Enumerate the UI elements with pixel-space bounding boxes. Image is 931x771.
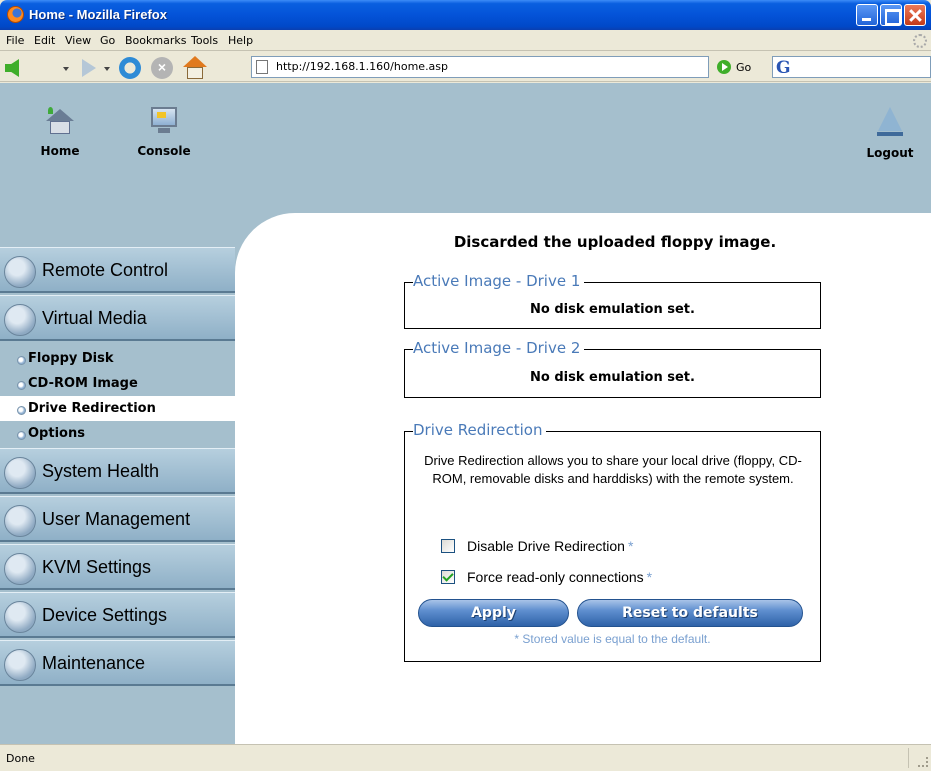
sidebar-item-label: KVM Settings — [42, 557, 152, 577]
drive2-legend: Active Image - Drive 2 — [403, 339, 585, 357]
logout-icon — [877, 107, 903, 137]
back-history-chevron-icon[interactable] — [63, 67, 69, 71]
sidebar-subitem-label: Options — [28, 426, 85, 441]
sidebar-subitem-options[interactable]: Options — [0, 421, 235, 446]
apply-button[interactable]: Apply — [418, 599, 569, 627]
sidebar-subitem-floppy-disk[interactable]: Floppy Disk — [0, 346, 235, 371]
menu-tools[interactable]: Tools — [191, 34, 218, 47]
home-icon[interactable] — [183, 56, 207, 80]
menu-help[interactable]: Help — [228, 34, 253, 47]
drive-redirection-panel: Drive Redirection Drive Redirection allo… — [403, 421, 821, 662]
menu-file[interactable]: File — [6, 34, 24, 47]
sidebar-item-system-health[interactable]: System Health — [0, 448, 235, 494]
menu-go[interactable]: Go — [100, 34, 115, 47]
disable-redirection-label[interactable]: Disable Drive Redirection * — [467, 538, 633, 554]
nav-logout-label[interactable]: Logout — [858, 146, 922, 160]
sidebar-item-label: Device Settings — [42, 605, 168, 625]
maximize-button[interactable] — [880, 4, 902, 26]
menu-bookmarks[interactable]: Bookmarks — [125, 34, 186, 47]
url-text[interactable]: http://192.168.1.160/home.asp — [276, 60, 448, 73]
nav-console[interactable]: Console — [132, 107, 196, 158]
search-input[interactable]: G — [772, 56, 931, 78]
sidebar-item-label: User Management — [42, 509, 191, 529]
maintenance-icon — [4, 649, 36, 681]
drive1-status: No disk emulation set. — [530, 302, 695, 317]
force-readonly-checkbox[interactable] — [441, 570, 455, 584]
window-titlebar: Home - Mozilla Firefox — [0, 0, 931, 30]
sidebar-subitem-drive-redirection[interactable]: Drive Redirection — [0, 396, 235, 421]
drive-redirection-description: Drive Redirection allows you to share yo… — [424, 453, 802, 486]
bullet-icon — [17, 431, 26, 440]
remote-control-icon — [4, 256, 36, 288]
reload-icon[interactable] — [119, 57, 141, 79]
menu-bar: File Edit View Go Bookmarks Tools Help — [0, 30, 931, 51]
sidebar-subitem-cd-rom-image[interactable]: CD-ROM Image — [0, 371, 235, 396]
status-bar: Done — [0, 744, 931, 771]
sidebar-item-remote-control[interactable]: Remote Control — [0, 247, 235, 293]
bullet-icon — [17, 356, 26, 365]
nav-logout[interactable]: Logout — [858, 107, 922, 160]
nav-home[interactable]: Home — [30, 107, 90, 158]
sidebar-item-user-management[interactable]: User Management — [0, 496, 235, 542]
console-icon — [149, 107, 179, 135]
sidebar-item-kvm-settings[interactable]: KVM Settings — [0, 544, 235, 590]
drive1-panel: Active Image - Drive 1 No disk emulation… — [403, 272, 821, 329]
resize-grip-icon[interactable] — [918, 757, 928, 767]
nav-console-label[interactable]: Console — [132, 144, 196, 158]
sidebar-item-label: Remote Control — [42, 260, 169, 280]
bullet-icon — [17, 406, 26, 415]
search-engine-icon[interactable]: G — [776, 58, 791, 78]
go-icon[interactable] — [717, 60, 731, 74]
device-settings-icon — [4, 601, 36, 633]
window-title: Home - Mozilla Firefox — [29, 7, 167, 22]
drive1-legend: Active Image - Drive 1 — [403, 272, 585, 290]
sidebar-item-label: Maintenance — [42, 653, 146, 673]
status-divider — [908, 748, 909, 768]
page-content: Home Console Logout Remote Control Virtu… — [0, 83, 931, 744]
sidebar-subitem-label: Drive Redirection — [28, 401, 156, 416]
nav-home-label[interactable]: Home — [30, 144, 90, 158]
status-message: Discarded the uploaded floppy image. — [453, 233, 777, 251]
home-icon — [45, 107, 75, 135]
status-text: Done — [6, 752, 35, 765]
activity-throbber-icon — [913, 34, 927, 48]
drive2-panel: Active Image - Drive 2 No disk emulation… — [403, 339, 821, 398]
sidebar-item-maintenance[interactable]: Maintenance — [0, 640, 235, 686]
forward-icon[interactable] — [82, 59, 96, 77]
bullet-icon — [17, 381, 26, 390]
page-scroll-area — [919, 83, 931, 744]
sidebar-item-label: Virtual Media — [42, 308, 147, 328]
corner-curve — [235, 213, 355, 333]
drive-redirection-legend: Drive Redirection — [403, 421, 547, 439]
kvm-settings-icon — [4, 553, 36, 585]
forward-history-chevron-icon[interactable] — [104, 67, 110, 71]
url-bar[interactable]: http://192.168.1.160/home.asp — [251, 56, 709, 78]
navigation-toolbar: × http://192.168.1.160/home.asp Go G — [0, 52, 931, 82]
sidebar-subitem-label: Floppy Disk — [28, 351, 114, 366]
drive2-status: No disk emulation set. — [530, 370, 695, 385]
menu-edit[interactable]: Edit — [34, 34, 55, 47]
sidebar-item-label: System Health — [42, 461, 160, 481]
close-button[interactable] — [904, 4, 926, 26]
menu-view[interactable]: View — [65, 34, 91, 47]
firefox-icon — [7, 6, 24, 23]
force-readonly-label[interactable]: Force read-only connections * — [467, 569, 652, 585]
sidebar-subitem-label: CD-ROM Image — [28, 376, 138, 391]
back-icon[interactable] — [5, 59, 19, 77]
virtual-media-icon — [4, 304, 36, 336]
disable-redirection-checkbox[interactable] — [441, 539, 455, 553]
stored-value-note: * Stored value is equal to the default. — [514, 632, 711, 646]
sidebar-item-device-settings[interactable]: Device Settings — [0, 592, 235, 638]
sidebar-item-virtual-media[interactable]: Virtual Media — [0, 295, 235, 341]
reset-to-defaults-button[interactable]: Reset to defaults — [577, 599, 803, 627]
stop-icon[interactable]: × — [151, 57, 173, 79]
go-button-label[interactable]: Go — [736, 61, 751, 74]
system-health-icon — [4, 457, 36, 489]
page-icon — [256, 60, 268, 74]
user-management-icon — [4, 505, 36, 537]
minimize-button[interactable] — [856, 4, 878, 26]
